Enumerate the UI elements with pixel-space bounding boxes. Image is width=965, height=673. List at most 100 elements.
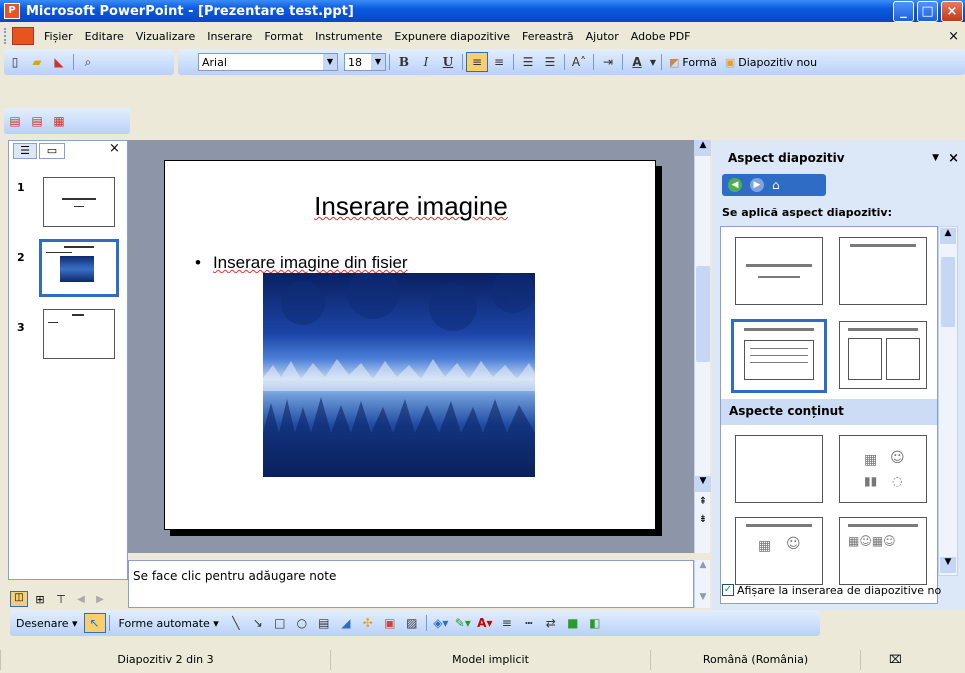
align-left-icon[interactable]: ≡	[466, 52, 488, 72]
minimize-button[interactable]: _	[893, 1, 914, 22]
notes-scrollbar[interactable]: ▲ ▼	[694, 560, 710, 608]
insert-picture-icon[interactable]: ▨	[401, 613, 423, 633]
task-pane-close-icon[interactable]: ×	[948, 151, 959, 166]
menu-vizualizare[interactable]: Vizualizare	[130, 30, 202, 43]
tab-outline[interactable]: ☰	[13, 143, 37, 159]
new-file-icon[interactable]: ▯	[4, 52, 26, 72]
line-style-icon[interactable]: ≡	[496, 613, 518, 633]
select-objects-icon[interactable]: ↖	[83, 613, 106, 633]
next-slide-icon[interactable]: ⇟	[695, 514, 711, 530]
line-icon[interactable]: ╲	[225, 613, 247, 633]
wordart-icon[interactable]: ◢	[335, 613, 357, 633]
scroll-down-icon[interactable]: ▼	[695, 592, 711, 606]
oval-icon[interactable]: ○	[291, 613, 313, 633]
clipart-icon[interactable]: ▣	[379, 613, 401, 633]
scroll-up-icon[interactable]: ▲	[940, 228, 956, 244]
back-icon[interactable]: ◀	[728, 178, 742, 192]
scroll-up-icon[interactable]: ▲	[695, 140, 711, 156]
close-button[interactable]: ×	[941, 1, 963, 22]
spelling-status-icon[interactable]: ⌧	[860, 649, 930, 670]
pdf-review-icon[interactable]: ▦	[48, 111, 70, 131]
layout-title-text-selected[interactable]	[731, 319, 827, 393]
new-slide-button[interactable]: ▣ Diapozitiv nou	[721, 56, 821, 69]
chevron-down-icon[interactable]: ▼	[648, 52, 658, 72]
slide-scrollbar[interactable]: ▲ ▼ ⇞ ⇟	[694, 140, 711, 553]
align-center-icon[interactable]: ≡	[488, 52, 510, 72]
gallery-scrollbar[interactable]: ▲ ▼	[938, 226, 958, 576]
slide-canvas[interactable]: Inserare imagine • Inserare imagine din …	[164, 160, 656, 530]
chevron-down-icon[interactable]: ▼	[371, 54, 385, 70]
home-icon[interactable]: ⌂	[772, 178, 780, 192]
dash-style-icon[interactable]: ┅	[518, 613, 540, 633]
print-preview-icon[interactable]: ⌕	[77, 52, 99, 72]
scroll-thumb[interactable]	[696, 266, 710, 362]
font-size-select[interactable]: 18 ▼	[344, 53, 386, 71]
pane-close-icon[interactable]: ×	[109, 141, 120, 156]
forest-winter-image[interactable]	[263, 273, 535, 477]
menu-adobe-pdf[interactable]: Adobe PDF	[625, 30, 697, 43]
textbox-icon[interactable]: ▤	[313, 613, 335, 633]
bullets-icon[interactable]: ☰	[539, 52, 561, 72]
layout-blank[interactable]	[735, 435, 823, 503]
layout-title-slide[interactable]	[735, 237, 823, 305]
save-icon[interactable]: ◣	[48, 52, 70, 72]
increase-font-icon[interactable]: A˄	[568, 52, 590, 72]
slide-thumbnail-2-selected[interactable]	[39, 239, 119, 297]
scroll-up-icon[interactable]: ▲	[695, 560, 711, 574]
document-icon[interactable]	[12, 27, 34, 45]
font-color-icon[interactable]: A	[626, 52, 648, 72]
scroll-left-icon[interactable]: ◀	[73, 594, 89, 605]
menu-fereastra[interactable]: Fereastră	[516, 30, 580, 43]
forward-icon[interactable]: ▶	[750, 178, 764, 192]
chevron-down-icon[interactable]: ▼	[323, 54, 337, 70]
line-color-icon[interactable]: ✎▾	[452, 613, 474, 633]
slideshow-icon[interactable]: ⊤	[52, 593, 70, 606]
rectangle-icon[interactable]: □	[269, 613, 291, 633]
gallery-scroll-thumb[interactable]	[941, 257, 955, 327]
menu-format[interactable]: Format	[258, 30, 309, 43]
font-color-icon[interactable]: A▾	[474, 613, 496, 633]
numbering-icon[interactable]: ☰	[517, 52, 539, 72]
maximize-button[interactable]: □	[917, 1, 938, 22]
open-folder-icon[interactable]: ▰	[26, 52, 48, 72]
task-pane-menu-icon[interactable]: ▼	[932, 153, 939, 163]
slide-bullet[interactable]: • Inserare imagine din fisier	[195, 253, 408, 273]
scroll-down-icon[interactable]: ▼	[940, 557, 956, 573]
italic-button[interactable]: I	[415, 52, 437, 72]
underline-button[interactable]: U	[437, 52, 459, 72]
layout-title-content[interactable]: ▦ ☺	[735, 517, 823, 585]
menu-inserare[interactable]: Inserare	[201, 30, 258, 43]
diagram-icon[interactable]: ✣	[357, 613, 379, 633]
indent-icon[interactable]: ⇥	[597, 52, 619, 72]
notes-pane[interactable]: Se face clic pentru adăugare note	[128, 560, 694, 608]
bold-button[interactable]: B	[393, 52, 415, 72]
autoshapes-menu-button[interactable]: Forme automate ▾	[113, 617, 225, 630]
powerpoint-app-icon[interactable]: P	[4, 3, 20, 19]
toolbar-grip[interactable]	[4, 28, 8, 44]
font-select[interactable]: Arial ▼	[198, 53, 338, 71]
slide-thumbnail-1[interactable]	[43, 177, 115, 227]
pdf-email-icon[interactable]: ▤	[26, 111, 48, 131]
previous-slide-icon[interactable]: ⇞	[695, 496, 711, 512]
slide-thumbnail-3[interactable]	[43, 309, 115, 359]
menu-expunere[interactable]: Expunere diapozitive	[388, 30, 516, 43]
slide-sorter-icon[interactable]: ⊞	[31, 593, 49, 606]
draw-menu-button[interactable]: Desenare ▾	[10, 617, 84, 630]
menu-instrumente[interactable]: Instrumente	[309, 30, 388, 43]
fill-color-icon[interactable]: ◈▾	[430, 613, 452, 633]
layout-content[interactable]: ▦ ☺ ▮▮ ◌	[839, 435, 927, 503]
scroll-right-icon[interactable]: ▶	[92, 594, 108, 605]
layout-title-only[interactable]	[839, 237, 927, 305]
menu-editare[interactable]: Editare	[79, 30, 130, 43]
3d-style-icon[interactable]: ◧	[584, 613, 606, 633]
tab-slides[interactable]: ▭	[39, 143, 65, 159]
pdf-convert-icon[interactable]: ▤	[4, 111, 26, 131]
design-button[interactable]: ◩ Formă	[665, 56, 721, 69]
scroll-down-icon[interactable]: ▼	[695, 476, 711, 492]
layout-title-two-content[interactable]: ▦☺▦☺	[839, 517, 927, 585]
menu-ajutor[interactable]: Ajutor	[580, 30, 625, 43]
shadow-style-icon[interactable]: ■	[562, 613, 584, 633]
menu-fisier[interactable]: Fișier	[38, 30, 79, 43]
slide-title[interactable]: Inserare imagine	[165, 191, 657, 222]
menu-close-icon[interactable]: ×	[948, 29, 959, 44]
